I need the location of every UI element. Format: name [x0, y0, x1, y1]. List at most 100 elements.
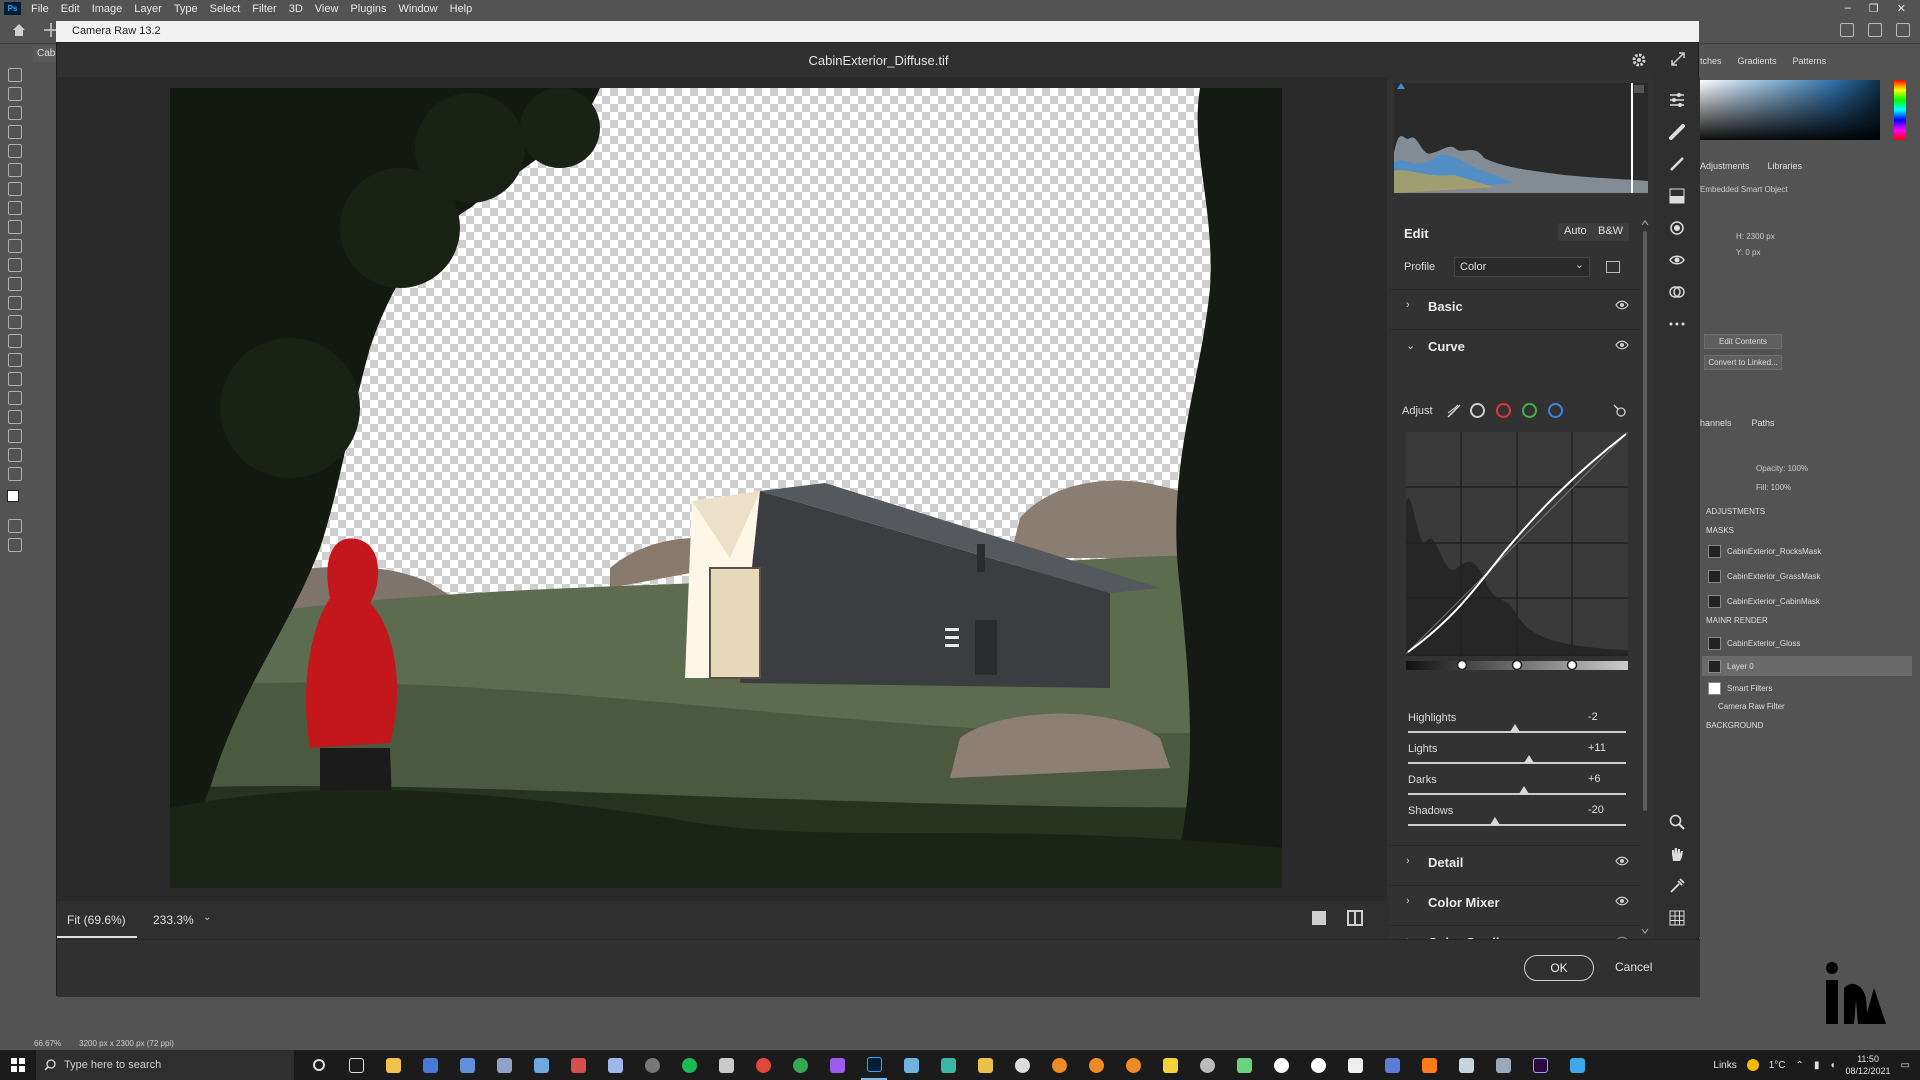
- temperature[interactable]: 1°C: [1769, 1060, 1786, 1071]
- clock[interactable]: 11:50 08/12/2021: [1846, 1053, 1891, 1077]
- windows-start-button[interactable]: [0, 1050, 36, 1080]
- highlights-slider[interactable]: Highlights -2: [1390, 710, 1640, 742]
- weather-icon[interactable]: [1746, 1059, 1759, 1071]
- y-field[interactable]: Y: 0 px: [1736, 248, 1760, 257]
- slider-thumb[interactable]: [1518, 786, 1529, 794]
- app-icon-1[interactable]: [417, 1050, 443, 1080]
- cortana-icon[interactable]: [306, 1050, 332, 1080]
- app-icon-18[interactable]: [1342, 1050, 1368, 1080]
- radial-filter-icon[interactable]: [1668, 219, 1686, 237]
- app-icon-8[interactable]: [713, 1050, 739, 1080]
- smart-filters-row[interactable]: Smart Filters: [1702, 678, 1912, 698]
- eye-icon[interactable]: [1615, 340, 1629, 350]
- app-icon-21[interactable]: [1490, 1050, 1516, 1080]
- tab-channels[interactable]: hannels: [1700, 418, 1732, 428]
- chrome-icon[interactable]: [750, 1050, 776, 1080]
- tray-chevron-icon[interactable]: ⌃: [1796, 1060, 1804, 1071]
- lights-value[interactable]: +11: [1584, 741, 1626, 757]
- tone-curve[interactable]: [1406, 432, 1628, 656]
- screen-mode-icon[interactable]: [8, 538, 22, 552]
- menu-select[interactable]: Select: [204, 3, 247, 15]
- auto-button[interactable]: Auto: [1558, 223, 1593, 241]
- slider-track[interactable]: [1408, 824, 1626, 826]
- highlights-value[interactable]: -2: [1584, 710, 1626, 726]
- more-tools-icon[interactable]: [8, 467, 22, 481]
- app-icon-17[interactable]: [1231, 1050, 1257, 1080]
- file-explorer-icon[interactable]: [380, 1050, 406, 1080]
- zoom-tool-icon[interactable]: [8, 448, 22, 462]
- slider-track[interactable]: [1408, 793, 1626, 795]
- app-icon-22[interactable]: [1564, 1050, 1590, 1080]
- profile-select[interactable]: Color: [1454, 257, 1590, 277]
- menu-plugins[interactable]: Plugins: [344, 3, 392, 15]
- menu-file[interactable]: File: [25, 3, 55, 15]
- layer-group-main-render[interactable]: MAINR RENDER: [1706, 616, 1768, 625]
- eye-icon[interactable]: [1615, 856, 1629, 866]
- menu-help[interactable]: Help: [444, 3, 479, 15]
- bw-button[interactable]: B&W: [1592, 223, 1630, 241]
- parametric-curve-icon[interactable]: [1446, 403, 1462, 419]
- app-icon-15[interactable]: [1157, 1050, 1183, 1080]
- single-view-icon[interactable]: [1312, 911, 1326, 925]
- app-icon-9[interactable]: [787, 1050, 813, 1080]
- height-field[interactable]: H: 2300 px: [1736, 232, 1775, 241]
- edit-sliders-icon[interactable]: [1668, 91, 1686, 109]
- cancel-button[interactable]: Cancel: [1615, 960, 1652, 974]
- more-icon[interactable]: [1668, 315, 1686, 333]
- move-tool-icon[interactable]: [8, 68, 22, 82]
- healing-icon[interactable]: [1668, 123, 1686, 141]
- shape-tool-icon[interactable]: [8, 410, 22, 424]
- tab-swatches[interactable]: tches: [1700, 56, 1722, 66]
- section-basic[interactable]: › Basic: [1390, 289, 1640, 321]
- search-icon[interactable]: [1840, 23, 1854, 37]
- section-curve[interactable]: ⌄ Curve: [1390, 329, 1640, 361]
- point-curve-blue-icon[interactable]: [1548, 403, 1563, 418]
- app-icon-16[interactable]: [1194, 1050, 1220, 1080]
- stamp-tool-icon[interactable]: [8, 239, 22, 253]
- quick-mask-icon[interactable]: [8, 519, 22, 533]
- layer-0[interactable]: Layer 0: [1702, 656, 1912, 676]
- menu-filter[interactable]: Filter: [246, 3, 282, 15]
- slider-thumb[interactable]: [1509, 724, 1520, 732]
- app-icon-11[interactable]: [898, 1050, 924, 1080]
- photoshop-taskbar-icon[interactable]: [861, 1050, 887, 1080]
- zoom-level[interactable]: 233.3%: [153, 913, 194, 927]
- eraser-tool-icon[interactable]: [8, 277, 22, 291]
- app-icon-4[interactable]: [528, 1050, 554, 1080]
- steam-icon[interactable]: [1453, 1050, 1479, 1080]
- spotify-icon[interactable]: [676, 1050, 702, 1080]
- dodge-tool-icon[interactable]: [8, 334, 22, 348]
- menu-layer[interactable]: Layer: [128, 3, 168, 15]
- edit-contents-button[interactable]: Edit Contents: [1704, 334, 1782, 349]
- blender-icon-1[interactable]: [1046, 1050, 1072, 1080]
- eyedropper-tool-icon[interactable]: [8, 182, 22, 196]
- premiere-icon[interactable]: [1527, 1050, 1553, 1080]
- menu-edit[interactable]: Edit: [55, 3, 86, 15]
- blur-tool-icon[interactable]: [8, 315, 22, 329]
- tab-adjustments[interactable]: Adjustments: [1700, 161, 1750, 171]
- before-after-icon[interactable]: [1347, 910, 1363, 926]
- notifications-icon[interactable]: ▭: [1901, 1060, 1910, 1071]
- app-icon-20[interactable]: [1416, 1050, 1442, 1080]
- menu-3d[interactable]: 3D: [283, 3, 309, 15]
- point-curve-green-icon[interactable]: [1522, 403, 1537, 418]
- opacity-field[interactable]: Opacity: 100%: [1756, 464, 1808, 473]
- tab-libraries[interactable]: Libraries: [1768, 161, 1803, 171]
- brush-tool-icon[interactable]: [8, 220, 22, 234]
- pen-tool-icon[interactable]: [8, 353, 22, 367]
- section-detail[interactable]: › Detail: [1390, 845, 1640, 877]
- crop-tool-icon[interactable]: [8, 144, 22, 158]
- minimize-button[interactable]: –: [1845, 2, 1851, 15]
- layer-grass-mask[interactable]: CabinExterior_GrassMask: [1702, 566, 1912, 586]
- adjustment-brush-icon[interactable]: [1668, 155, 1686, 173]
- section-color-mixer[interactable]: › Color Mixer: [1390, 885, 1640, 917]
- app-icon-6[interactable]: [602, 1050, 628, 1080]
- eye-icon[interactable]: [1615, 300, 1629, 310]
- camera-raw-filter-row[interactable]: Camera Raw Filter: [1702, 696, 1912, 716]
- app-icon-2[interactable]: [454, 1050, 480, 1080]
- darks-slider[interactable]: Darks +6: [1390, 773, 1640, 804]
- app-icon-10[interactable]: [824, 1050, 850, 1080]
- color-swatches[interactable]: [7, 490, 24, 507]
- lights-slider[interactable]: Lights +11: [1390, 741, 1640, 773]
- color-picker-field[interactable]: [1700, 80, 1880, 140]
